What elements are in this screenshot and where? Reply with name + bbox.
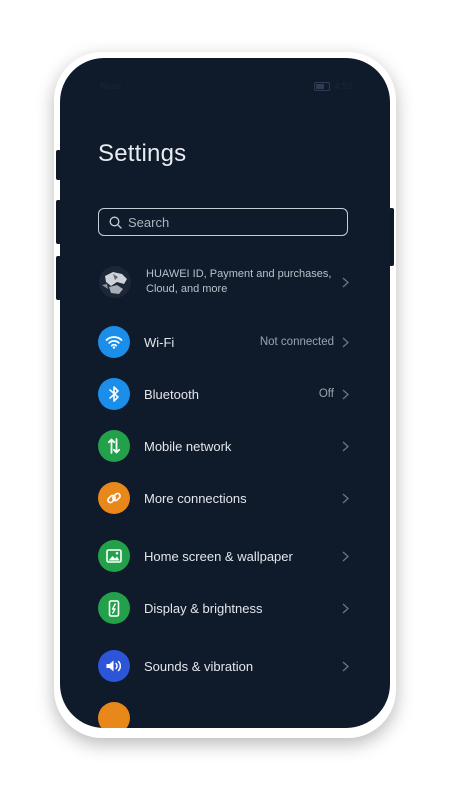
phone-screen: Nvan 4:53 Settings Search HUAWEI ID, Pay… — [60, 58, 390, 728]
next-item-icon-peek — [98, 702, 130, 728]
search-placeholder: Search — [128, 214, 170, 230]
home-screen-label: Home screen & wallpaper — [144, 548, 293, 564]
account-label: HUAWEI ID, Payment and purchases, Cloud,… — [146, 268, 332, 295]
account-row[interactable]: HUAWEI ID, Payment and purchases, Cloud,… — [98, 262, 350, 302]
more-connections-row[interactable]: More connections — [98, 481, 350, 515]
phone-display-icon — [98, 592, 130, 624]
image-icon — [98, 540, 130, 572]
sounds-label: Sounds & vibration — [144, 658, 254, 674]
chevron-right-icon — [340, 439, 350, 453]
sounds-row[interactable]: Sounds & vibration — [98, 649, 350, 683]
mobile-network-row[interactable]: Mobile network — [98, 429, 350, 463]
avatar — [99, 266, 131, 298]
search-icon — [109, 216, 122, 229]
chevron-right-icon — [340, 659, 350, 673]
wifi-icon — [98, 326, 130, 358]
carrier-text: Nvan — [100, 81, 122, 91]
chevron-right-icon — [340, 601, 350, 615]
chevron-right-icon — [340, 387, 350, 401]
bluetooth-label: Bluetooth — [144, 386, 199, 402]
home-screen-row[interactable]: Home screen & wallpaper — [98, 539, 350, 573]
display-row[interactable]: Display & brightness — [98, 591, 350, 625]
page-title: Settings — [98, 140, 187, 167]
chevron-right-icon — [340, 335, 350, 349]
status-bar: Nvan 4:53 — [100, 80, 352, 92]
bluetooth-row[interactable]: Bluetooth Off — [98, 377, 350, 411]
link-icon — [98, 482, 130, 514]
battery-icon — [314, 81, 331, 91]
search-input[interactable]: Search — [98, 208, 348, 236]
chevron-right-icon — [340, 491, 350, 505]
wifi-row[interactable]: Wi-Fi Not connected — [98, 325, 350, 359]
more-connections-label: More connections — [144, 490, 247, 506]
display-label: Display & brightness — [144, 600, 263, 616]
clock-text: 4:53 — [334, 81, 352, 91]
mobile-network-label: Mobile network — [144, 438, 232, 454]
bluetooth-status: Off — [318, 388, 334, 400]
mobile-data-icon — [98, 430, 130, 462]
status-right: 4:53 — [314, 81, 352, 91]
chevron-right-icon — [340, 549, 350, 563]
bluetooth-icon — [98, 378, 130, 410]
wifi-status: Not connected — [259, 336, 334, 348]
chevron-right-icon — [340, 275, 350, 289]
wifi-label: Wi-Fi — [144, 334, 175, 350]
speaker-icon — [98, 650, 130, 682]
